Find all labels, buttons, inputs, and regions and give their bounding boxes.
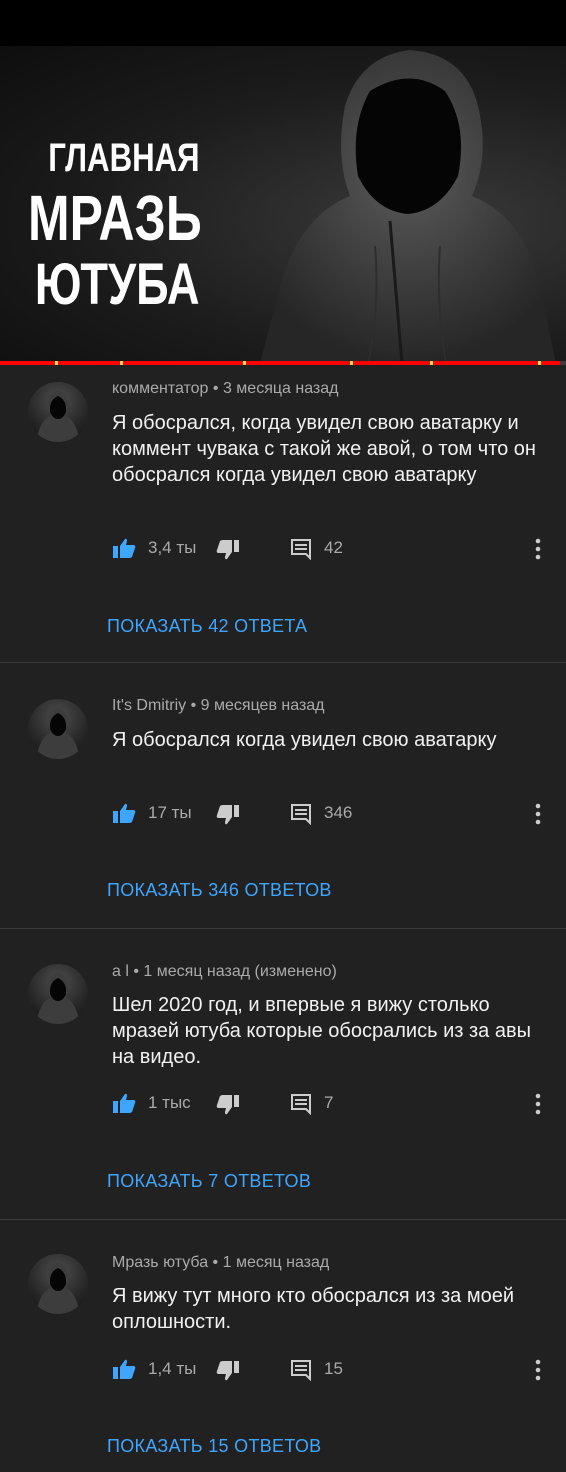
comment-icon[interactable] [290,1093,312,1115]
thumbs-down-icon[interactable] [216,1360,240,1382]
comment-actions: 3,4 ты 42 [112,536,552,562]
comment-time: 1 месяц назад [222,1254,330,1271]
show-replies-button[interactable]: ПОКАЗАТЬ 7 ОТВЕТОВ [107,1171,311,1192]
show-replies-button[interactable]: ПОКАЗАТЬ 42 ОТВЕТА [107,616,307,637]
reply-count: 346 [324,803,353,822]
hooded-avatar-icon [36,391,80,442]
video-thumbnail[interactable]: ГЛАВНАЯ МРАЗЬ ЮТУБА [0,46,566,364]
kebab-menu-icon[interactable] [532,1091,544,1117]
comment-actions: 1,4 ты 15 [112,1357,552,1383]
thumbs-up-icon[interactable] [112,802,136,824]
comment-author[interactable]: a l [112,963,129,980]
thumbnail-title-line1: ГЛАВНАЯ [48,136,200,180]
comment-time: 3 месяца назад [222,380,339,397]
like-count: 1,4 ты [148,1359,197,1378]
comment-time: 9 месяцев назад [200,697,325,714]
comment-icon[interactable] [290,1359,312,1381]
thumbs-up-icon[interactable] [112,1358,136,1380]
comment-meta: Мразь ютуба • 1 месяц назад [112,1254,330,1271]
comment-icon[interactable] [290,538,312,560]
avatar[interactable] [28,1254,88,1314]
thumbs-up-icon[interactable] [112,1092,136,1114]
hooded-avatar-icon [36,708,80,759]
chapter-marker [55,361,58,365]
chapter-marker [538,361,541,365]
comment-author[interactable]: Мразь ютуба [112,1254,208,1271]
hooded-avatar-icon [36,1263,80,1314]
divider [0,928,566,929]
comment-author[interactable]: It's Dmitriy [112,697,186,714]
avatar[interactable] [28,699,88,759]
thumbnail-title: ГЛАВНАЯ МРАЗЬ ЮТУБА [28,136,202,317]
thumbs-down-icon[interactable] [216,804,240,826]
show-replies-button[interactable]: ПОКАЗАТЬ 15 ОТВЕТОВ [107,1436,321,1457]
comment-actions: 1 тыс 7 [112,1091,552,1117]
reply-count: 7 [324,1093,334,1112]
comment-meta: It's Dmitriy • 9 месяцев назад [112,697,325,714]
hooded-avatar-icon [36,973,80,1024]
kebab-menu-icon[interactable] [532,801,544,827]
thumbnail-title-line3: ЮТУБА [34,252,200,317]
chapter-marker [430,361,433,365]
thumbs-up-icon[interactable] [112,537,136,559]
reply-count: 42 [324,538,343,557]
thumbs-down-icon[interactable] [216,1094,240,1116]
comment-text: Я обосрался когда увидел свою аватарку [112,729,497,751]
status-bar [0,0,566,46]
hooded-figure-image [260,50,556,364]
avatar[interactable] [28,382,88,442]
video-progress-bar[interactable] [0,361,566,365]
kebab-menu-icon[interactable] [532,1357,544,1383]
comment-time: 1 месяц назад (изменено) [143,963,337,980]
comment-text: Я обосрался, когда увидел свою аватарку … [112,412,536,486]
show-replies-button[interactable]: ПОКАЗАТЬ 346 ОТВЕТОВ [107,880,332,901]
divider [0,662,566,663]
thumbs-down-icon[interactable] [216,539,240,561]
like-count: 17 ты [148,803,192,822]
divider [0,1219,566,1220]
comment-actions: 17 ты 346 [112,801,552,827]
like-count: 3,4 ты [148,538,197,557]
comment-meta: a l • 1 месяц назад (изменено) [112,963,337,980]
comment-meta: комментатор • 3 месяца назад [112,380,339,397]
kebab-menu-icon[interactable] [532,536,544,562]
comment-icon[interactable] [290,803,312,825]
chapter-marker [120,361,123,365]
comment-text: Шел 2020 год, и впервые я вижу столько м… [112,994,531,1068]
avatar[interactable] [28,964,88,1024]
video-progress-fill [0,361,561,365]
comment-text: Я вижу тут много кто обосрался из за мое… [112,1285,515,1333]
thumbnail-title-line2: МРАЗЬ [28,182,202,254]
comment-author[interactable]: комментатор [112,380,208,397]
reply-count: 15 [324,1359,343,1378]
chapter-marker [243,361,246,365]
like-count: 1 тыс [148,1093,191,1112]
chapter-marker [350,361,353,365]
